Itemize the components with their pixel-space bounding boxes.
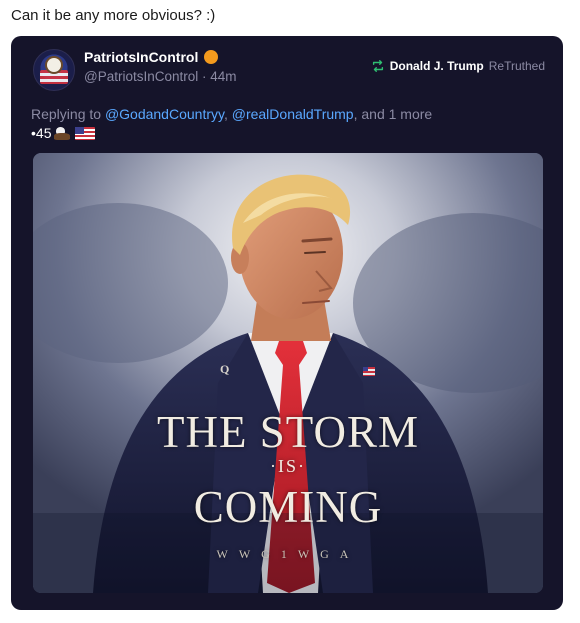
author-name[interactable]: PatriotsInControl <box>84 49 198 65</box>
eagle-emoji-icon <box>54 126 71 140</box>
author-row: PatriotsInControl <box>84 49 219 65</box>
retruth-label: ReTruthed <box>488 59 545 73</box>
replying-to-line: Replying to @GodandCountryy, @realDonald… <box>31 106 432 122</box>
poster-title-line2: ·IS· <box>270 456 306 476</box>
poster-title-line1: THE STORM <box>157 407 419 457</box>
post-image[interactable]: Q THE STORM ·IS· COMING WWG1WGA <box>33 153 543 593</box>
mention-godandcountryy[interactable]: @GodandCountryy <box>105 106 224 122</box>
lapel-q-pin: Q <box>220 362 230 376</box>
mention-realdonaldtrump[interactable]: @realDonaldTrump <box>232 106 354 122</box>
us-flag-emoji-icon <box>75 126 96 140</box>
author-handle-row: @PatriotsInControl · 44m <box>84 69 237 84</box>
avatar[interactable] <box>33 49 75 91</box>
verified-badge-icon <box>204 50 219 64</box>
poster-slogan: WWG1WGA <box>216 547 360 561</box>
replying-to-prefix: Replying to <box>31 106 102 122</box>
post-body-text: •45 <box>31 125 52 141</box>
avatar-eagle <box>47 58 61 72</box>
replying-to-suffix[interactable]: , and 1 more <box>354 106 433 122</box>
mention-separator: , <box>223 106 228 122</box>
retruth-user-name[interactable]: Donald J. Trump <box>390 59 484 73</box>
retruth-icon <box>372 60 383 72</box>
avatar-flag <box>40 70 68 84</box>
author-handle[interactable]: @PatriotsInControl <box>84 69 198 84</box>
caption: Can it be any more obvious? :) <box>11 7 216 24</box>
post-body: •45 <box>31 125 96 141</box>
poster-title-line3: COMING <box>193 482 383 532</box>
retruth-indicator[interactable]: Donald J. Trump ReTruthed <box>371 59 545 73</box>
post-card[interactable]: PatriotsInControl @PatriotsInControl · 4… <box>11 36 563 610</box>
lapel-flag-pin-icon <box>363 367 375 376</box>
post-time[interactable]: 44m <box>210 69 236 84</box>
